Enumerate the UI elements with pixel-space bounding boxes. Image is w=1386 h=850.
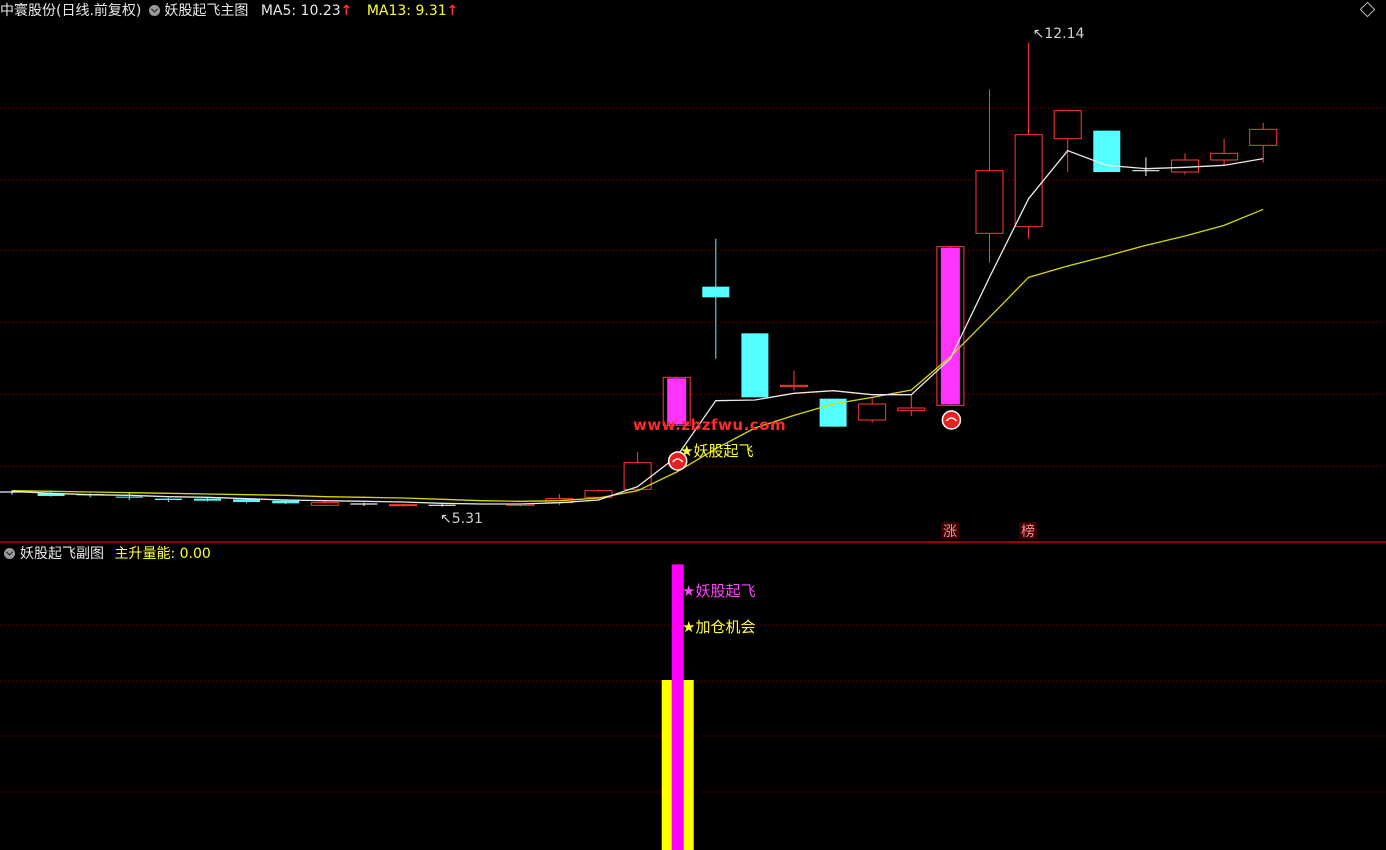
candle-down (702, 286, 730, 298)
period-label[interactable]: (日线.前复权) (56, 3, 141, 19)
dropdown-circle-icon[interactable] (149, 5, 161, 16)
candle-up (780, 384, 808, 388)
candle-down (741, 333, 769, 398)
candle-up (389, 504, 417, 507)
ma13-arrow-up-icon: ↑ (446, 3, 459, 19)
candle-up (1171, 159, 1199, 173)
candle-up (975, 170, 1004, 234)
ma5-line (11, 149, 1264, 505)
ma5-arrow-up-icon: ↑ (340, 3, 353, 19)
signal-ball-icon (941, 410, 962, 430)
candle-down (272, 500, 300, 504)
watermark: www.zbzfwu.com (633, 416, 787, 434)
limit-up-badge: 涨 (943, 524, 957, 540)
low-price-label: ↖5.31 (440, 511, 483, 527)
main-indicator-name[interactable]: 妖股起飞主图 (164, 3, 248, 19)
candle-up (1249, 128, 1278, 146)
candle-up (1014, 134, 1043, 228)
high-price-label: ↖12.14 (1033, 26, 1085, 42)
candle-up (1210, 152, 1239, 161)
candle-down (154, 498, 182, 500)
sub-bar-magenta (671, 564, 684, 850)
candle-up (858, 403, 887, 421)
stock-name[interactable]: 中寰股份 (0, 3, 56, 19)
ranking-badge: 榜 (1021, 523, 1035, 540)
sub-indicator-name[interactable]: 妖股起飞副图 (20, 546, 104, 562)
sub-header: 妖股起飞副图 主升量能: 0.00 (0, 543, 211, 565)
signal-candle-body (940, 247, 960, 405)
sub-signal-label-1: ★妖股起飞 (682, 582, 755, 600)
candle-up (1053, 110, 1082, 140)
sub-signal-label-2: ★加仓机会 (682, 618, 755, 636)
candle-down (233, 499, 261, 502)
ma5-label: MA5: 10.23 (260, 3, 341, 19)
ma13-label: MA13: 9.31 (366, 3, 447, 19)
signal-label-main: ★妖股起飞 (680, 442, 753, 460)
energy-label: 主升量能: 0.00 (114, 546, 211, 562)
main-header: 中寰股份(日线.前复权) 妖股起飞主图 MA5: 10.23↑ MA13: 9.3… (0, 0, 462, 22)
candle-down (194, 498, 221, 501)
candle-up (310, 502, 339, 506)
candle-down (115, 496, 143, 498)
candle-up (897, 407, 926, 412)
sub-dropdown-circle-icon[interactable] (4, 548, 15, 559)
candle-up (623, 462, 652, 490)
